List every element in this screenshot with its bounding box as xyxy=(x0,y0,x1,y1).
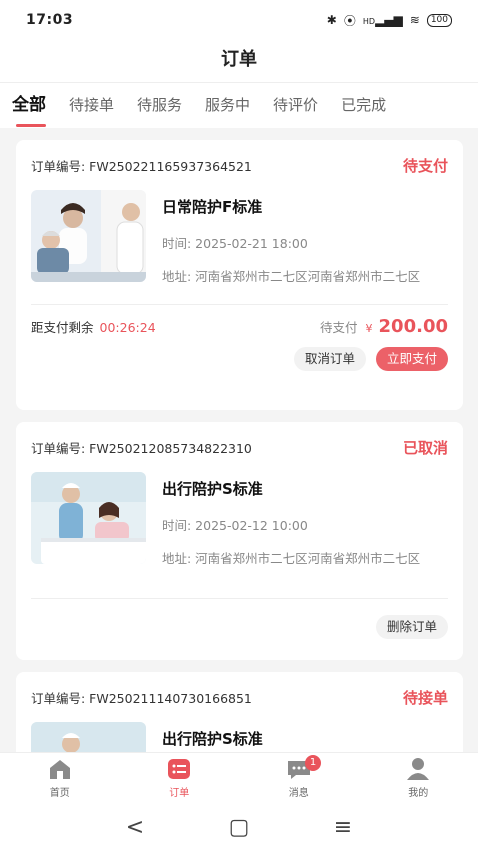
tab-all[interactable]: 全部 xyxy=(12,83,46,129)
bluetooth-icon: ✱ xyxy=(326,13,337,27)
order-number: 订单编号: FW250221165937364521 xyxy=(31,158,252,174)
wifi-icon: ≋ xyxy=(409,13,420,27)
tabbar-label: 我的 xyxy=(408,788,429,799)
tabbar-label: 首页 xyxy=(49,788,70,799)
system-nav-bar: < ▢ ≡ xyxy=(0,804,478,850)
tab-pending-service[interactable]: 待服务 xyxy=(137,83,182,129)
service-name: 出行陪护S标准 xyxy=(162,480,263,498)
service-image xyxy=(31,190,146,282)
delete-order-button[interactable]: 删除订单 xyxy=(375,615,448,639)
order-tabs: 全部 待接单 待服务 服务中 待评价 已完成 xyxy=(0,82,478,128)
home-icon xyxy=(49,760,70,779)
service-time: 时间: 2025-02-12 10:00 xyxy=(162,518,308,533)
order-status: 待支付 xyxy=(402,156,448,175)
service-time: 时间: 2025-02-21 18:00 xyxy=(162,236,308,251)
tab-pending-accept[interactable]: 待接单 xyxy=(69,83,114,129)
back-icon[interactable]: < xyxy=(123,815,147,840)
status-icons: ✱ ⦿ HD▂▄▆ ≋ 100 xyxy=(327,12,452,29)
order-list[interactable]: 订单编号: FW250221165937364521 待支付 日常陪护F标准 时… xyxy=(0,128,478,752)
bottom-tab-bar: 首页 订单 1 消息 我的 xyxy=(0,752,478,804)
amount-value: 200.00 xyxy=(378,315,448,337)
tabbar-label: 订单 xyxy=(169,788,190,799)
signal-icon: HD▂▄▆ xyxy=(362,13,403,27)
order-card[interactable]: 订单编号: FW250211140730166851 待接单 出行陪护S标准 xyxy=(16,672,463,752)
tabbar-messages[interactable]: 1 消息 xyxy=(239,753,359,804)
payment-countdown: 距支付剩余 00:26:24 xyxy=(31,319,156,335)
status-time: 17:03 xyxy=(26,12,74,28)
order-number: 订单编号: FW250212085734822310 xyxy=(31,440,252,456)
order-icon xyxy=(168,759,191,779)
service-image xyxy=(31,472,146,564)
pay-now-button[interactable]: 立即支付 xyxy=(375,347,448,371)
order-number: 订单编号: FW250211140730166851 xyxy=(31,690,252,706)
order-status: 待接单 xyxy=(402,688,448,707)
unread-badge: 1 xyxy=(305,755,321,771)
profile-icon xyxy=(407,758,430,780)
service-name: 出行陪护S标准 xyxy=(162,730,263,748)
service-address: 地址: 河南省郑州市二七区河南省郑州市二七区 xyxy=(162,269,421,282)
amount-due: 待支付 ¥200.00 xyxy=(320,315,448,337)
tab-pending-review[interactable]: 待评价 xyxy=(273,83,318,129)
page-title: 订单 xyxy=(0,40,478,82)
countdown-value: 00:26:24 xyxy=(99,319,156,335)
service-name: 日常陪护F标准 xyxy=(162,198,263,216)
service-address: 地址: 河南省郑州市二七区河南省郑州市二七区 xyxy=(162,551,421,564)
tabbar-home[interactable]: 首页 xyxy=(0,753,120,804)
order-card[interactable]: 订单编号: FW250221165937364521 待支付 日常陪护F标准 时… xyxy=(16,140,463,410)
battery-icon: 100 xyxy=(426,13,452,27)
menu-icon[interactable]: ≡ xyxy=(331,815,355,840)
order-status: 已取消 xyxy=(402,438,448,457)
order-card[interactable]: 订单编号: FW250212085734822310 已取消 出行陪护S标准 时… xyxy=(16,422,463,660)
service-image xyxy=(31,722,146,752)
tabbar-orders[interactable]: 订单 xyxy=(120,753,240,804)
cancel-order-button[interactable]: 取消订单 xyxy=(293,347,366,371)
tabbar-label: 消息 xyxy=(288,788,309,799)
home-button-icon[interactable]: ▢ xyxy=(227,815,251,840)
status-bar: 17:03 ✱ ⦿ HD▂▄▆ ≋ 100 xyxy=(0,0,478,40)
vibrate-icon: ⦿ xyxy=(343,13,356,28)
tabbar-profile[interactable]: 我的 xyxy=(359,753,478,804)
tab-in-service[interactable]: 服务中 xyxy=(205,83,250,129)
tab-completed[interactable]: 已完成 xyxy=(341,83,386,129)
